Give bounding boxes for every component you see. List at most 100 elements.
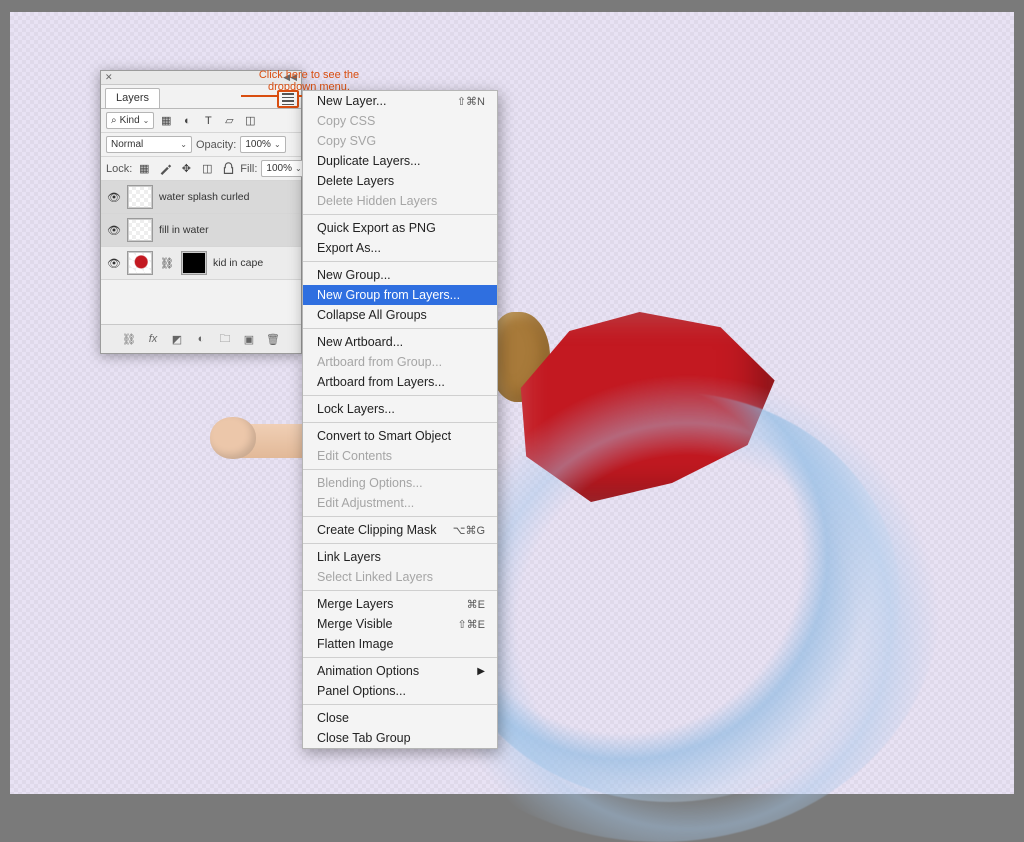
menu-item[interactable]: Flatten Image [303,634,497,654]
blend-mode-select[interactable]: Normal ⌄ [106,136,192,153]
layer-thumbnail[interactable] [127,185,153,209]
layer-row[interactable]: 👁 fill in water [101,214,301,247]
menu-item-label: Edit Adjustment... [317,496,414,510]
annotation-line1: Click here to see the [259,69,359,81]
lock-row: Lock: ▦ ✥ ◫ Fill: 100% ⌄ [101,157,301,181]
layer-name[interactable]: fill in water [159,224,209,236]
group-icon[interactable]: 🗀 [217,331,233,347]
menu-item[interactable]: Quick Export as PNG [303,218,497,238]
menu-separator [303,214,497,215]
kind-filter-label: Kind [120,115,140,126]
menu-item[interactable]: Create Clipping Mask ⌥⌘G [303,520,497,540]
link-layers-icon[interactable]: ⛓ [121,331,137,347]
opacity-label: Opacity: [196,139,236,151]
menu-item[interactable]: New Artboard... [303,332,497,352]
menu-item: Blending Options... [303,473,497,493]
menu-item-label: Merge Visible [317,617,393,631]
menu-separator [303,704,497,705]
menu-item: Select Linked Layers [303,567,497,587]
menu-item-label: Collapse All Groups [317,308,427,322]
filter-pixel-icon[interactable]: ▦ [158,113,174,129]
menu-item[interactable]: Collapse All Groups [303,305,497,325]
menu-item-label: Copy SVG [317,134,376,148]
menu-separator [303,516,497,517]
menu-item-label: New Group... [317,268,391,282]
tab-layers[interactable]: Layers [105,88,160,108]
filter-adjustment-icon[interactable]: ◐ [179,113,195,129]
menu-item-label: Close Tab Group [317,731,411,745]
layer-style-icon[interactable]: fx [145,331,161,347]
panel-menu-button[interactable] [277,90,299,108]
layer-name[interactable]: water splash curled [159,191,249,203]
menu-item[interactable]: Link Layers [303,547,497,567]
menu-item: Copy CSS [303,111,497,131]
menu-item: Delete Hidden Layers [303,191,497,211]
menu-item-label: Panel Options... [317,684,406,698]
layer-mask-icon[interactable]: ◩ [169,331,185,347]
menu-item[interactable]: Export As... [303,238,497,258]
menu-item[interactable]: New Group from Layers... [303,285,497,305]
menu-item-label: Export As... [317,241,381,255]
lock-label: Lock: [106,163,132,175]
delete-layer-icon[interactable]: 🗑 [265,331,281,347]
menu-item-label: Duplicate Layers... [317,154,421,168]
blend-row: Normal ⌄ Opacity: 100% ⌄ [101,133,301,157]
visibility-icon[interactable]: 👁 [107,257,121,270]
menu-item-label: Delete Hidden Layers [317,194,437,208]
menu-item[interactable]: Artboard from Layers... [303,372,497,392]
layer-row[interactable]: 👁 water splash curled [101,181,301,214]
filter-smartobject-icon[interactable]: ◫ [242,113,258,129]
menu-item-label: Lock Layers... [317,402,395,416]
menu-item-label: Copy CSS [317,114,375,128]
filter-row: ⌕ Kind ⌄ ▦ ◐ T ▱ ◫ [101,109,301,133]
layer-row[interactable]: 👁 ⛓ kid in cape [101,247,301,280]
panel-footer: ⛓ fx ◩ ◐ 🗀 ▣ 🗑 [101,324,301,353]
menu-item[interactable]: New Group... [303,265,497,285]
fill-value: 100% [266,163,292,174]
menu-item[interactable]: New Layer...⇧⌘N [303,91,497,111]
menu-item[interactable]: Merge Layers⌘E [303,594,497,614]
menu-item[interactable]: Lock Layers... [303,399,497,419]
menu-item: Artboard from Group... [303,352,497,372]
menu-item[interactable]: Close Tab Group [303,728,497,748]
menu-item[interactable]: Close [303,708,497,728]
chevron-down-icon: ⌄ [295,164,302,173]
lock-transparency-icon[interactable]: ▦ [136,161,152,177]
layers-list: 👁 water splash curled 👁 fill in water 👁 … [101,181,301,280]
menu-item-label: Create Clipping Mask [317,523,437,537]
fill-input[interactable]: 100% ⌄ [261,160,306,177]
menu-item[interactable]: Duplicate Layers... [303,151,497,171]
menu-item[interactable]: Panel Options... [303,681,497,701]
lock-artboard-icon[interactable]: ◫ [199,161,215,177]
new-layer-icon[interactable]: ▣ [241,331,257,347]
layer-thumbnail[interactable] [127,251,153,275]
lock-pixels-icon[interactable] [157,161,173,177]
layer-mask-thumbnail[interactable] [181,251,207,275]
menu-item[interactable]: Merge Visible⇧⌘E [303,614,497,634]
lock-all-icon[interactable] [220,161,236,177]
menu-item-label: Convert to Smart Object [317,429,451,443]
panel-dropdown-menu: New Layer...⇧⌘N Copy CSS Copy SVG Duplicate… [302,90,498,749]
layer-thumbnail[interactable] [127,218,153,242]
visibility-icon[interactable]: 👁 [107,224,121,237]
link-icon: ⛓ [159,255,175,271]
menu-item-label: Select Linked Layers [317,570,433,584]
artwork-water-splash [440,392,900,802]
menu-item-shortcut: ⌥⌘G [453,524,485,537]
opacity-input[interactable]: 100% ⌄ [240,136,285,153]
visibility-icon[interactable]: 👁 [107,191,121,204]
menu-separator [303,590,497,591]
menu-item[interactable]: Delete Layers [303,171,497,191]
adjustment-layer-icon[interactable]: ◐ [193,331,209,347]
menu-item[interactable]: Animation Options▶ [303,661,497,681]
close-icon[interactable]: ✕ [105,72,113,83]
menu-item-label: Close [317,711,349,725]
lock-position-icon[interactable]: ✥ [178,161,194,177]
menu-item[interactable]: Convert to Smart Object [303,426,497,446]
menu-item-label: New Artboard... [317,335,403,349]
kind-filter-select[interactable]: ⌕ Kind ⌄ [106,112,154,129]
menu-separator [303,657,497,658]
filter-shape-icon[interactable]: ▱ [221,113,237,129]
filter-type-icon[interactable]: T [200,113,216,129]
layer-name[interactable]: kid in cape [213,257,263,269]
